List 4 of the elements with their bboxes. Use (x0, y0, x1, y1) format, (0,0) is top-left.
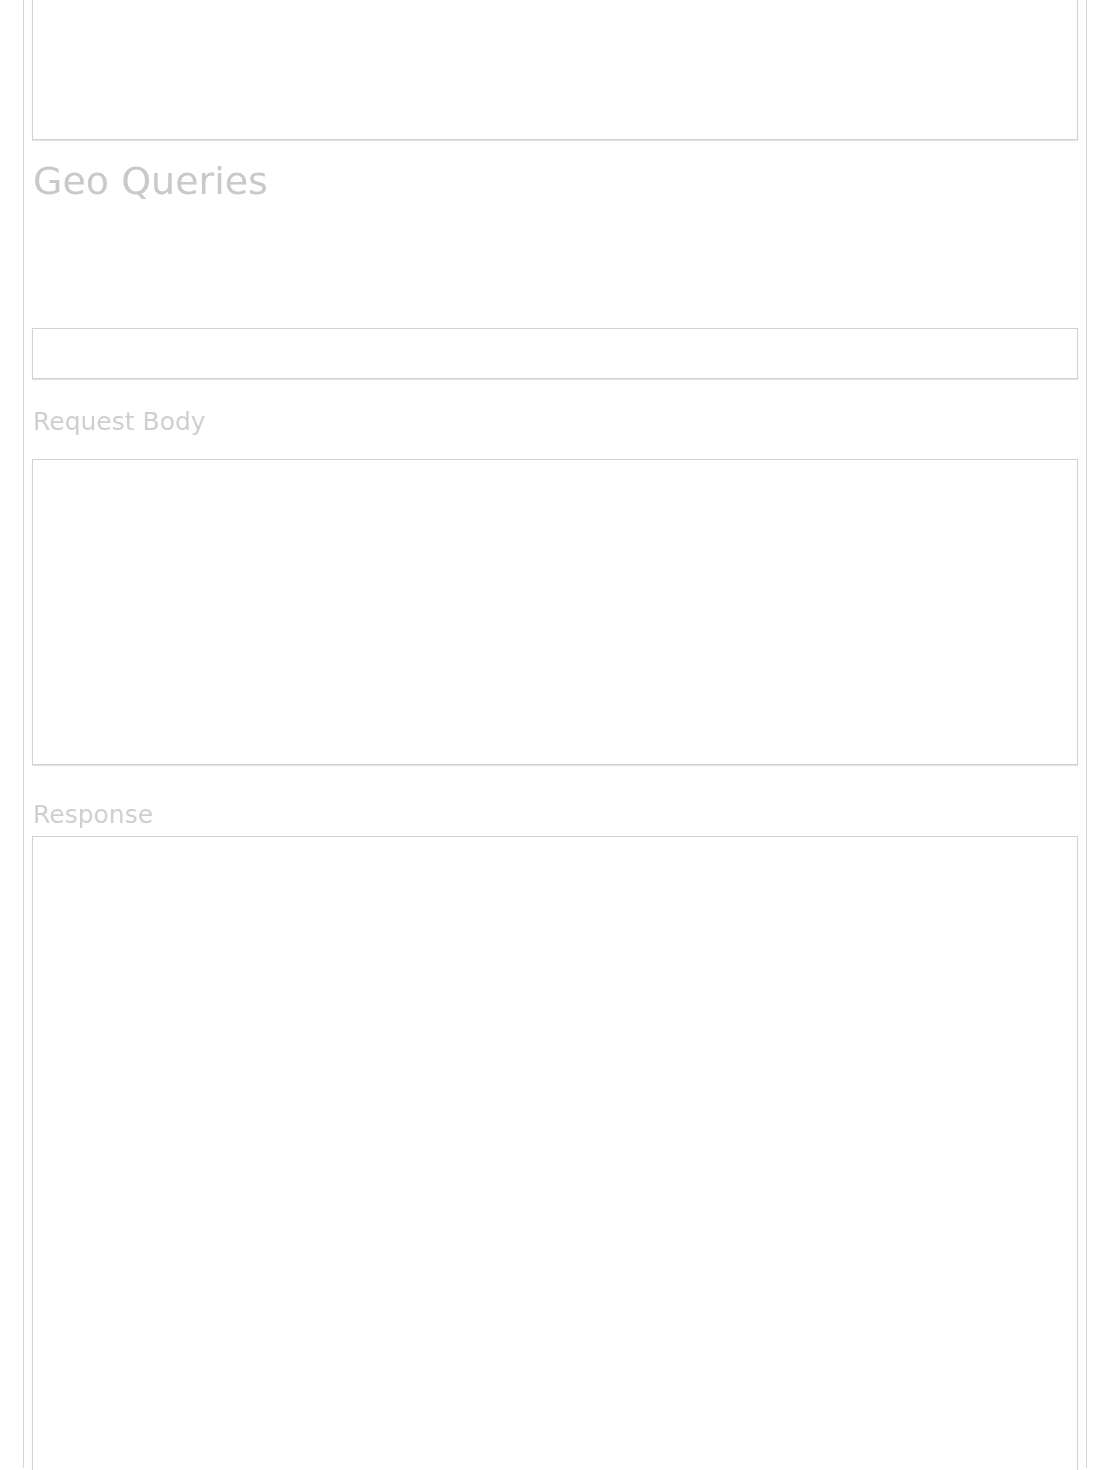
text-area[interactable] (32, 0, 1078, 140)
input-field[interactable] (32, 328, 1078, 379)
response-field[interactable] (32, 836, 1078, 1470)
request-body-field[interactable] (32, 459, 1078, 765)
